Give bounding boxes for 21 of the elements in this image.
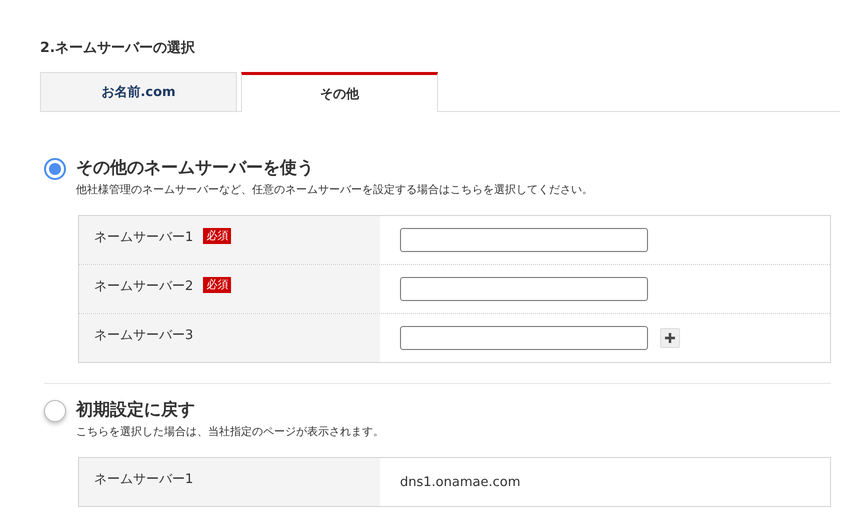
tab[interactable]: お名前.com	[40, 72, 237, 111]
row-label: ネームサーバー2	[94, 278, 194, 295]
tab[interactable]: その他	[241, 72, 438, 112]
add-button[interactable]	[660, 328, 680, 348]
radio-button[interactable]	[44, 158, 66, 180]
row-label: ネームサーバー1	[94, 229, 194, 246]
section-title: 2.ネームサーバーの選択	[40, 39, 196, 58]
row-label: ネームサーバー1	[94, 471, 194, 488]
row-label: ネームサーバー3	[94, 327, 194, 344]
required-badge: 必須	[203, 277, 232, 293]
option-description: こちらを選択した場合は、当社指定のページが表示されます。	[76, 424, 384, 440]
nameserver-input[interactable]	[400, 277, 648, 301]
nameserver-value: dns1.onamae.com	[400, 474, 520, 490]
option-title: 初期設定に戻す	[76, 399, 196, 422]
radio-button[interactable]	[44, 400, 66, 422]
plus-icon	[664, 332, 676, 344]
required-badge: 必須	[203, 228, 232, 244]
nameserver-input[interactable]	[400, 228, 648, 252]
option-description: 他社様管理のネームサーバーなど、任意のネームサーバーを設定する場合はこちらを選択してください。	[76, 182, 593, 198]
option-title: その他のネームサーバーを使う	[76, 157, 315, 180]
nameserver-input[interactable]	[400, 326, 648, 350]
